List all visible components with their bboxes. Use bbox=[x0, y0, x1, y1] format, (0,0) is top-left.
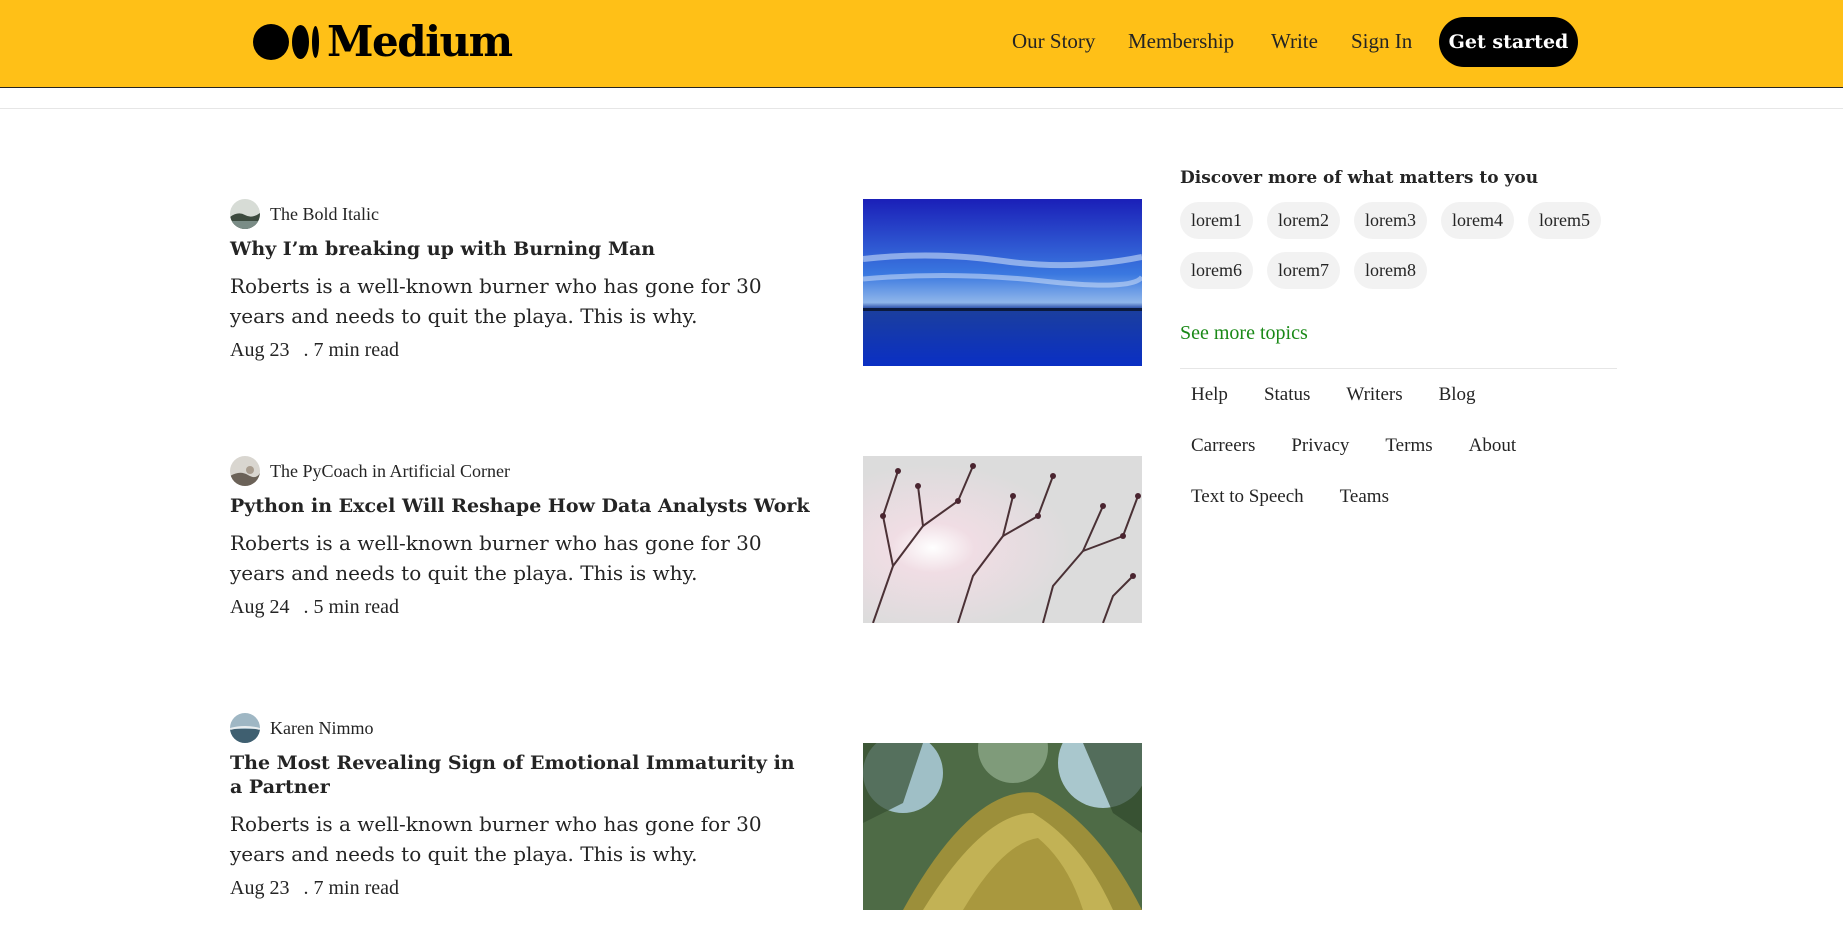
article-date: Aug 23 bbox=[230, 877, 290, 899]
article-card[interactable]: The PyCoach in Artificial Corner Python … bbox=[230, 456, 1142, 623]
footer-link-status[interactable]: Status bbox=[1264, 377, 1310, 428]
article-thumbnail[interactable] bbox=[863, 199, 1142, 366]
header-divider bbox=[0, 108, 1843, 109]
topic-tag[interactable]: lorem4 bbox=[1441, 202, 1514, 239]
topic-tag[interactable]: lorem2 bbox=[1267, 202, 1340, 239]
article-card[interactable]: The Bold Italic Why I’m breaking up with… bbox=[230, 199, 1142, 366]
medium-logo-icon bbox=[253, 24, 319, 60]
footer-link-blog[interactable]: Blog bbox=[1439, 377, 1476, 428]
nav-our-story[interactable]: Our Story bbox=[1012, 29, 1095, 54]
footer-links: Help Status Writers Blog Carreers Privac… bbox=[1180, 377, 1600, 530]
author-avatar[interactable] bbox=[230, 199, 260, 229]
footer-link-careers[interactable]: Carreers bbox=[1191, 428, 1255, 479]
article-title[interactable]: Why I’m breaking up with Burning Man bbox=[230, 237, 810, 261]
footer-link-about[interactable]: About bbox=[1469, 428, 1517, 479]
author-name[interactable]: The PyCoach in Artificial Corner bbox=[270, 461, 510, 482]
top-header: Medium Our Story Membership Write Sign I… bbox=[0, 0, 1843, 88]
topic-tag[interactable]: lorem1 bbox=[1180, 202, 1253, 239]
article-date: Aug 23 bbox=[230, 339, 290, 361]
topic-tag[interactable]: lorem8 bbox=[1354, 252, 1427, 289]
medium-logo[interactable]: Medium bbox=[253, 17, 513, 66]
nav-sign-in[interactable]: Sign In bbox=[1351, 29, 1412, 54]
read-time: . 7 min read bbox=[303, 339, 399, 361]
author-avatar[interactable] bbox=[230, 456, 260, 486]
logo-text: Medium bbox=[327, 17, 513, 66]
topic-tag[interactable]: lorem5 bbox=[1528, 202, 1601, 239]
footer-link-text-to-speech[interactable]: Text to Speech bbox=[1191, 479, 1304, 530]
topic-tag[interactable]: lorem3 bbox=[1354, 202, 1427, 239]
nav-membership[interactable]: Membership bbox=[1128, 29, 1234, 54]
author-name[interactable]: The Bold Italic bbox=[270, 204, 379, 225]
footer-link-teams[interactable]: Teams bbox=[1340, 479, 1389, 530]
get-started-button[interactable]: Get started bbox=[1439, 17, 1578, 67]
article-description: Roberts is a well-known burner who has g… bbox=[230, 531, 762, 585]
author-row: Karen Nimmo bbox=[230, 713, 1142, 743]
footer-link-privacy[interactable]: Privacy bbox=[1291, 428, 1349, 479]
article-title[interactable]: Python in Excel Will Reshape How Data An… bbox=[230, 494, 810, 518]
topic-tag[interactable]: lorem6 bbox=[1180, 252, 1253, 289]
article-date: Aug 24 bbox=[230, 596, 290, 618]
sidebar-heading: Discover more of what matters to you bbox=[1180, 168, 1539, 188]
footer-link-writers[interactable]: Writers bbox=[1346, 377, 1402, 428]
footer-link-terms[interactable]: Terms bbox=[1385, 428, 1432, 479]
article-description: Roberts is a well-known burner who has g… bbox=[230, 812, 762, 866]
article-thumbnail[interactable] bbox=[863, 743, 1142, 910]
article-description: Roberts is a well-known burner who has g… bbox=[230, 274, 762, 328]
footer-link-help[interactable]: Help bbox=[1191, 377, 1228, 428]
nav-write[interactable]: Write bbox=[1271, 29, 1318, 54]
author-name[interactable]: Karen Nimmo bbox=[270, 718, 373, 739]
read-time: . 7 min read bbox=[303, 877, 399, 899]
sidebar: Discover more of what matters to you lor… bbox=[1180, 168, 1617, 530]
article-card[interactable]: Karen Nimmo The Most Revealing Sign of E… bbox=[230, 713, 1142, 910]
article-thumbnail[interactable] bbox=[863, 456, 1142, 623]
author-avatar[interactable] bbox=[230, 713, 260, 743]
topic-tags: lorem1 lorem2 lorem3 lorem4 lorem5 lorem… bbox=[1180, 202, 1617, 289]
topic-tag[interactable]: lorem7 bbox=[1267, 252, 1340, 289]
read-time: . 5 min read bbox=[303, 596, 399, 618]
article-title[interactable]: The Most Revealing Sign of Emotional Imm… bbox=[230, 751, 810, 799]
sidebar-divider bbox=[1180, 368, 1617, 369]
see-more-topics-link[interactable]: See more topics bbox=[1180, 322, 1617, 348]
